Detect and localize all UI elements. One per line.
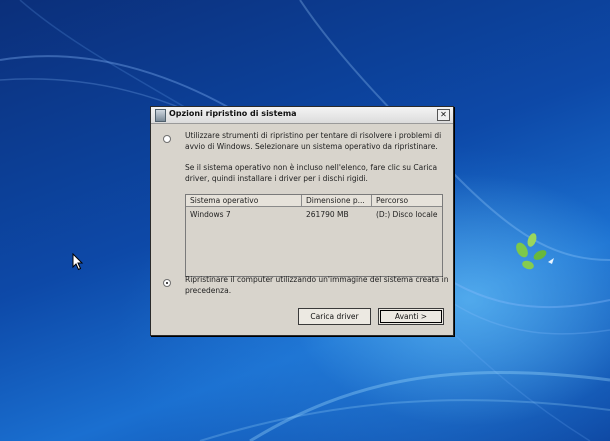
- option1-line1: Utilizzare strumenti di ripristino per t…: [185, 131, 442, 140]
- title-bar[interactable]: Opzioni ripristino di sistema ✕: [151, 107, 453, 124]
- column-header-size[interactable]: Dimensione p...: [302, 195, 372, 207]
- mouse-pointer-icon: [72, 253, 84, 271]
- info-line2: driver, quindi installare i driver per i…: [185, 173, 368, 183]
- load-driver-button[interactable]: Carica driver: [298, 308, 371, 325]
- window-title: Opzioni ripristino di sistema: [169, 109, 297, 118]
- option2-text: Ripristinare il computer utilizzando un'…: [185, 275, 448, 296]
- next-button[interactable]: Avanti >: [378, 308, 444, 325]
- row-os-path[interactable]: (D:) Disco locale: [376, 210, 438, 219]
- option2-line2: precedenza.: [185, 285, 232, 295]
- column-header-path[interactable]: Percorso: [372, 195, 442, 207]
- app-icon: [155, 109, 166, 122]
- info-line1: Se il sistema operativo non è incluso ne…: [185, 163, 438, 172]
- flower-logo: [516, 233, 554, 270]
- column-header-os[interactable]: Sistema operativo: [186, 195, 302, 207]
- row-os-size[interactable]: 261790 MB: [306, 210, 349, 219]
- info-text: Se il sistema operativo non è incluso ne…: [185, 163, 437, 184]
- radio-use-recovery-tools[interactable]: [163, 135, 171, 143]
- radio-restore-image[interactable]: [163, 279, 171, 287]
- option1-text: Utilizzare strumenti di ripristino per t…: [185, 131, 441, 152]
- row-os-name[interactable]: Windows 7: [190, 210, 231, 219]
- option1-line2: avvio di Windows. Selezionare un sistema…: [185, 141, 438, 151]
- close-icon[interactable]: ✕: [437, 109, 450, 121]
- system-recovery-dialog: Opzioni ripristino di sistema ✕ Utilizza…: [150, 106, 454, 336]
- option2-line1: Ripristinare il computer utilizzando un'…: [185, 275, 449, 284]
- os-list[interactable]: Sistema operativo Dimensione p... Percor…: [185, 194, 443, 277]
